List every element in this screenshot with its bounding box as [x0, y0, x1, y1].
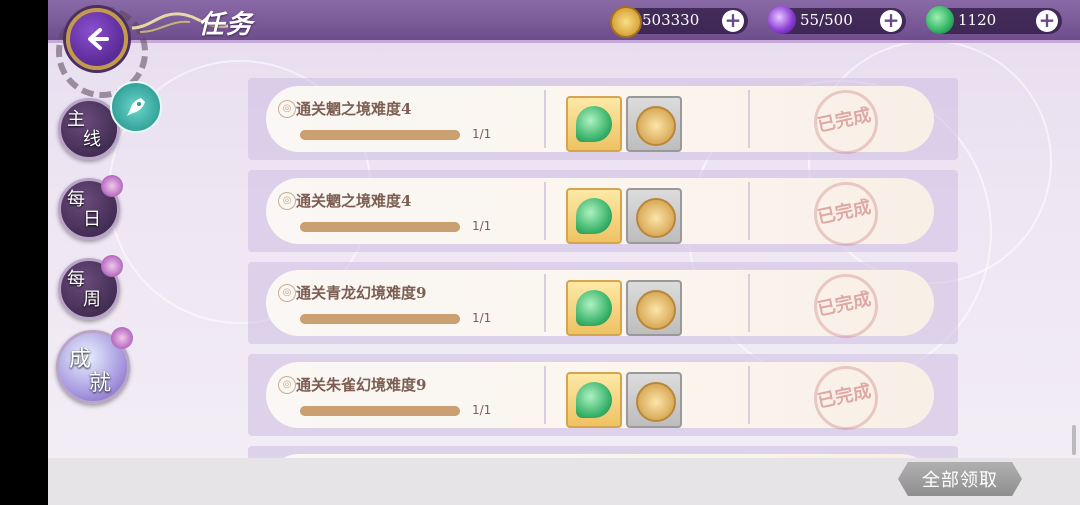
quest-progress-text: 1/1: [472, 311, 492, 325]
quest-row: ◎ 通关魍之境难度4 1/1 已完成: [248, 170, 958, 252]
quest-name: 通关朱雀幻境难度9: [296, 376, 427, 394]
rocket-badge-icon: [110, 81, 162, 133]
tab-daily[interactable]: 每 日: [58, 175, 123, 240]
swirl-icon: ◎: [278, 376, 296, 394]
tab-achievement[interactable]: 成 就: [56, 327, 133, 404]
tab-daily-label-2: 日: [83, 209, 101, 230]
quest-progress-text: 1/1: [472, 127, 492, 141]
swirl-icon: ◎: [278, 192, 296, 210]
divider: [748, 366, 750, 424]
flower-icon: [101, 175, 123, 197]
jade-icon: [576, 198, 612, 234]
completed-stamp: 已完成: [808, 90, 880, 154]
reward-coin[interactable]: [626, 96, 682, 152]
flower-icon: [101, 255, 123, 277]
page-title: 任务: [198, 10, 255, 40]
coin-value: 503330: [642, 11, 700, 29]
scrollbar[interactable]: [1072, 425, 1076, 455]
quest-progress-bar: [300, 406, 460, 416]
tab-main-label-2: 线: [83, 129, 101, 150]
add-spirit-orb-button[interactable]: +: [880, 10, 902, 32]
jade-counter: 1120 +: [926, 6, 1062, 34]
jade-value: 1120: [958, 11, 997, 29]
completed-stamp: 已完成: [808, 366, 880, 430]
jade-icon: [576, 290, 612, 326]
tab-achievement-label-2: 就: [89, 371, 112, 396]
divider: [544, 274, 546, 332]
claim-all-button[interactable]: 全部领取: [898, 462, 1022, 496]
add-coin-button[interactable]: +: [722, 10, 744, 32]
reward-jade[interactable]: [566, 96, 622, 152]
quest-progress-text: 1/1: [472, 219, 492, 233]
jade-icon: [926, 6, 954, 34]
divider: [544, 90, 546, 148]
tab-weekly[interactable]: 每 周: [58, 255, 123, 320]
add-jade-button[interactable]: +: [1036, 10, 1058, 32]
reward-jade[interactable]: [566, 372, 622, 428]
quest-list[interactable]: ◎ 通关魍之境难度4 1/1 已完成 ◎ 通关魍之境难度4 1/1 已完成 ◎: [248, 74, 958, 464]
quest-progress-fill: [300, 130, 460, 140]
coin-icon: [636, 198, 676, 238]
coin-icon: [610, 6, 642, 38]
quest-progress-fill: [300, 406, 460, 416]
swirl-icon: ◎: [278, 100, 296, 118]
tab-achievement-label-1: 成: [69, 347, 92, 372]
quest-screen: 任务 503330 + 55/500 + 1120 + 主 线 每 日 每 周: [48, 0, 1080, 505]
reward-coin[interactable]: [626, 280, 682, 336]
quest-progress-fill: [300, 222, 460, 232]
quest-row: ◎ 通关青龙幻境难度9 1/1 已完成: [248, 262, 958, 344]
back-arrow-icon: [88, 28, 109, 50]
divider: [544, 182, 546, 240]
quest-progress-bar: [300, 314, 460, 324]
quest-progress-bar: [300, 130, 460, 140]
quest-progress-fill: [300, 314, 460, 324]
back-button[interactable]: [66, 8, 128, 70]
reward-jade[interactable]: [566, 188, 622, 244]
divider: [748, 182, 750, 240]
claim-all-label: 全部领取: [922, 470, 998, 491]
spirit-orb-counter: 55/500 +: [768, 6, 906, 34]
coin-icon: [636, 106, 676, 146]
coin-counter: 503330 +: [610, 6, 748, 38]
completed-stamp: 已完成: [808, 182, 880, 246]
divider: [748, 274, 750, 332]
coin-icon: [636, 290, 676, 330]
quest-row: ◎ 通关魍之境难度4 1/1 已完成: [248, 78, 958, 160]
jade-icon: [576, 382, 612, 418]
jade-icon: [576, 106, 612, 142]
quest-progress-text: 1/1: [472, 403, 492, 417]
reward-coin[interactable]: [626, 188, 682, 244]
divider: [748, 90, 750, 148]
quest-name: 通关青龙幻境难度9: [296, 284, 427, 302]
divider: [544, 366, 546, 424]
reward-jade[interactable]: [566, 280, 622, 336]
quest-progress-bar: [300, 222, 460, 232]
tab-weekly-label-2: 周: [83, 289, 101, 310]
spirit-orb-icon: [768, 6, 796, 34]
coin-icon: [636, 382, 676, 422]
completed-stamp: 已完成: [808, 274, 880, 338]
quest-row: ◎ 通关朱雀幻境难度9 1/1 已完成: [248, 354, 958, 436]
spirit-orb-value: 55/500: [800, 11, 853, 29]
reward-coin[interactable]: [626, 372, 682, 428]
quest-name: 通关魍之境难度4: [296, 192, 412, 210]
swirl-icon: ◎: [278, 284, 296, 302]
flower-icon: [111, 327, 133, 349]
quest-name: 通关魍之境难度4: [296, 100, 412, 118]
